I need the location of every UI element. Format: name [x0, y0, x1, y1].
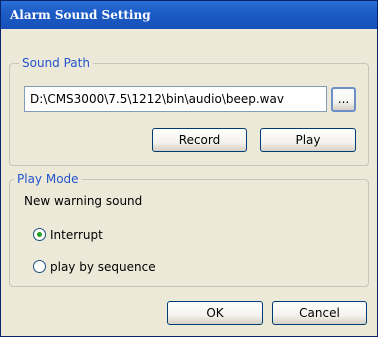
radio-selected-dot [37, 232, 42, 237]
play-mode-description: New warning sound [24, 194, 143, 208]
browse-button[interactable]: ... [331, 87, 356, 112]
play-mode-legend: Play Mode [14, 172, 82, 186]
title-bar[interactable]: Alarm Sound Setting [1, 1, 377, 29]
ok-button[interactable]: OK [167, 301, 263, 325]
cancel-button[interactable]: Cancel [272, 301, 367, 325]
sound-path-field[interactable]: D:\CMS3000\7.5\1212\bin\audio\beep.wav [24, 86, 327, 112]
interrupt-label[interactable]: Interrupt [50, 228, 103, 242]
sound-path-legend: Sound Path [19, 56, 93, 70]
interrupt-radio[interactable] [33, 228, 46, 241]
play-by-sequence-radio[interactable] [33, 260, 46, 273]
play-button[interactable]: Play [260, 128, 356, 152]
play-by-sequence-label[interactable]: play by sequence [50, 260, 156, 274]
dialog-title: Alarm Sound Setting [10, 8, 151, 22]
record-button[interactable]: Record [152, 128, 247, 152]
play-button-label: Play [295, 133, 321, 147]
ok-button-label: OK [206, 306, 224, 320]
alarm-sound-dialog: Alarm Sound Setting Sound Path D:\CMS300… [0, 0, 378, 337]
cancel-button-label: Cancel [299, 306, 340, 320]
browse-button-label: ... [337, 92, 350, 106]
record-button-label: Record [178, 133, 221, 147]
